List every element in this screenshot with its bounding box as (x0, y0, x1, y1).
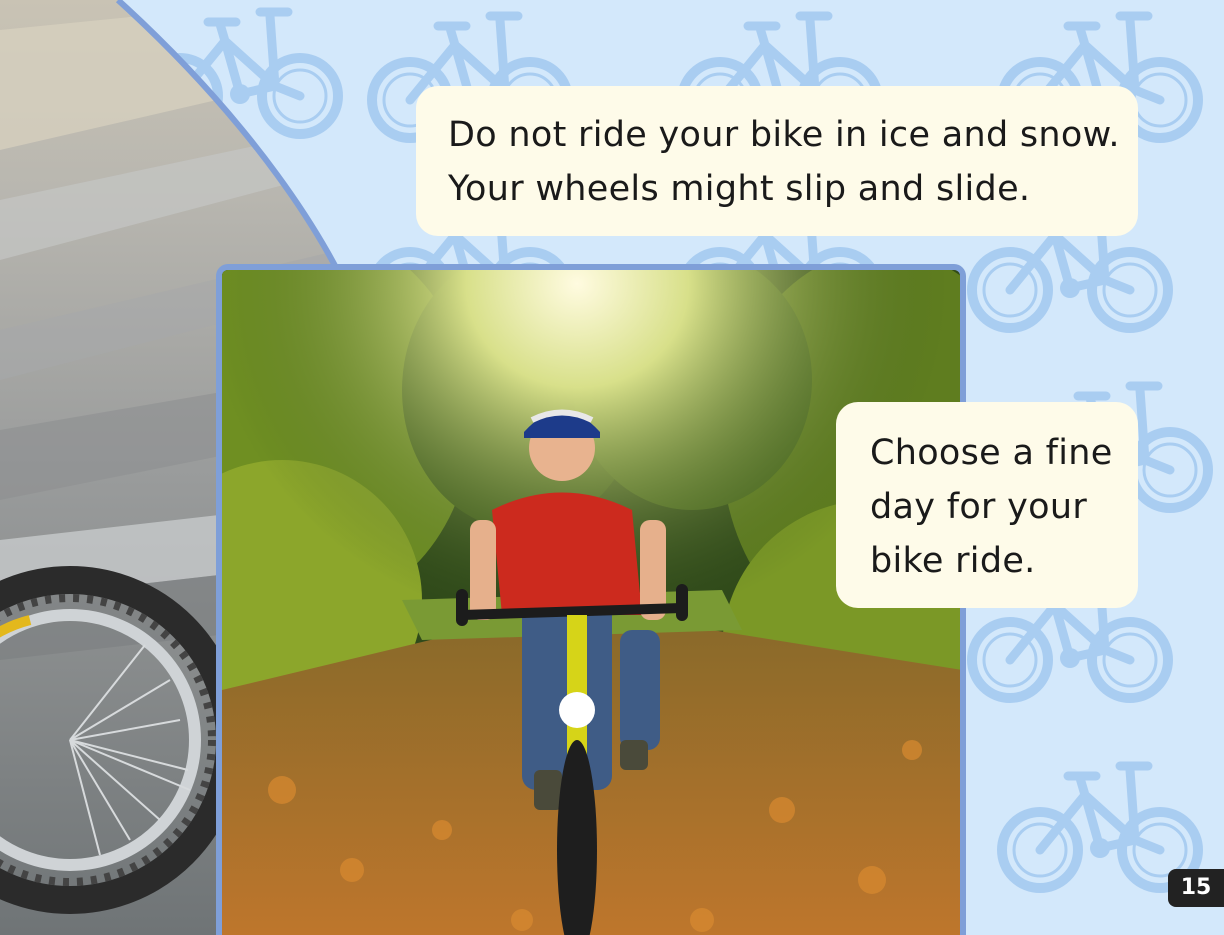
book-page: Do not ride your bike in ice and snow. Y… (0, 0, 1224, 935)
top-text-box: Do not ride your bike in ice and snow. Y… (416, 86, 1138, 236)
top-text-line-2: Your wheels might slip and slide. (448, 169, 1031, 209)
top-text-line-1: Do not ride your bike in ice and snow. (448, 115, 1120, 155)
side-text-box: Choose a fine day for your bike ride. (836, 402, 1138, 608)
side-text-line-3: bike ride. (870, 541, 1036, 581)
page-number: 15 (1168, 869, 1224, 907)
side-text-line-2: day for your (870, 487, 1088, 527)
side-text-line-1: Choose a fine (870, 433, 1113, 473)
